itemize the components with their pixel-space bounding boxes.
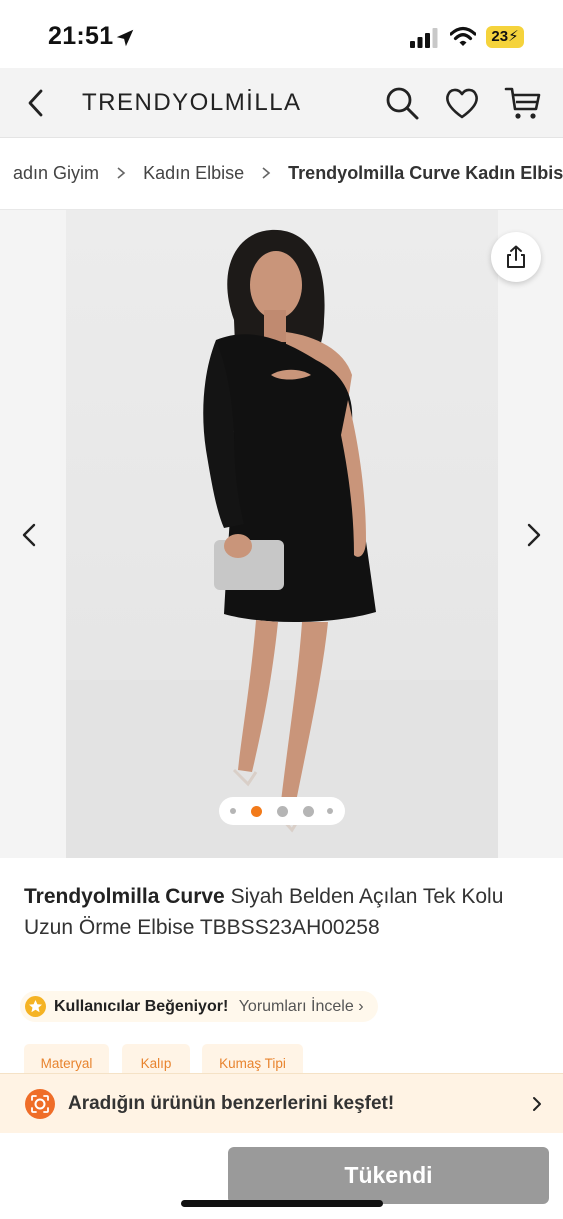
rating-label: Kullanıcılar Beğeniyor! xyxy=(54,998,229,1015)
charging-bolt-icon: ⚡ xyxy=(508,28,519,45)
pagination-dot[interactable] xyxy=(327,808,333,814)
breadcrumb: adın Giyim Kadın Elbise Trendyolmilla Cu… xyxy=(0,138,563,210)
gallery-pagination xyxy=(219,797,345,825)
pagination-dot[interactable] xyxy=(302,805,314,817)
battery-level: 23 xyxy=(491,28,509,45)
heart-icon[interactable] xyxy=(444,85,480,121)
status-bar: 21:51 23⚡ xyxy=(0,0,563,68)
sold-out-button[interactable]: Tükendi xyxy=(228,1147,549,1204)
product-gallery[interactable] xyxy=(0,210,563,858)
pagination-dot[interactable] xyxy=(230,808,236,814)
reviews-link[interactable]: Yorumları İncele › xyxy=(239,998,364,1015)
brand-logo[interactable]: TRENDYOLMİLLA xyxy=(82,89,302,117)
cart-icon[interactable] xyxy=(504,85,542,121)
product-photo-illustration xyxy=(66,229,498,858)
similar-search-icon xyxy=(25,1089,55,1119)
share-button[interactable] xyxy=(491,232,541,282)
signal-icon xyxy=(410,28,438,48)
chevron-right-icon xyxy=(262,167,271,179)
breadcrumb-current[interactable]: Trendyolmilla Curve Kadın Elbise xyxy=(288,163,563,184)
chevron-right-icon xyxy=(117,167,126,179)
chevron-right-icon xyxy=(533,1097,541,1111)
product-brand[interactable]: Trendyolmilla Curve xyxy=(24,885,225,908)
top-navbar: TRENDYOLMİLLA xyxy=(0,68,563,138)
similar-products-label: Aradığın ürünün benzerlerini keşfet! xyxy=(68,1093,395,1114)
breadcrumb-item[interactable]: adın Giyim xyxy=(13,163,99,184)
bottom-action-bar: Tükendi xyxy=(0,1133,563,1219)
search-icon[interactable] xyxy=(384,85,420,121)
status-time: 21:51 xyxy=(48,22,114,50)
breadcrumb-item[interactable]: Kadın Elbise xyxy=(143,163,244,184)
location-arrow-icon xyxy=(116,29,134,47)
arrow-right-icon[interactable] xyxy=(525,522,543,548)
wifi-icon xyxy=(450,26,476,46)
rating-pill[interactable]: Kullanıcılar Beğeniyor! Yorumları İncele… xyxy=(20,991,378,1022)
pagination-dot[interactable] xyxy=(276,805,288,817)
arrow-left-icon[interactable] xyxy=(20,522,38,548)
share-icon xyxy=(507,245,525,268)
back-chevron-icon[interactable] xyxy=(24,88,48,118)
star-icon xyxy=(25,996,46,1017)
product-image[interactable] xyxy=(66,210,498,858)
home-indicator[interactable] xyxy=(181,1200,383,1207)
pagination-dot[interactable] xyxy=(250,805,262,817)
similar-products-banner[interactable]: Aradığın ürünün benzerlerini keşfet! xyxy=(0,1073,563,1133)
product-title: Trendyolmilla Curve Siyah Belden Açılan … xyxy=(24,881,544,943)
battery-icon: 23⚡ xyxy=(486,26,524,48)
